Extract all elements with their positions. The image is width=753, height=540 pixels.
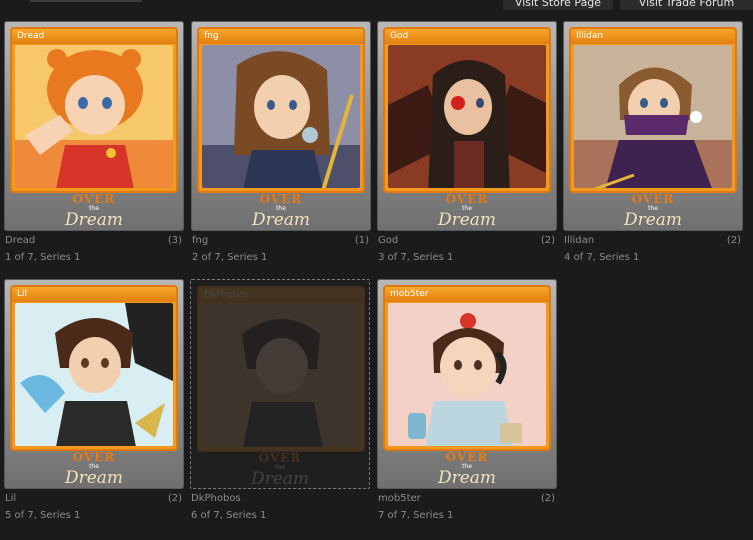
card-frame-placeholder[interactable]: DkPhobos OVER the Dream	[190, 279, 370, 489]
card-owned-count: (3)	[167, 235, 182, 246]
card-series: 7 of 7, Series 1	[378, 510, 454, 521]
over-the-dream-logo: OVER the Dream	[623, 192, 683, 230]
card-artwork-dread	[15, 45, 173, 188]
trading-card-fng[interactable]: fng OVER the Dream fng (1) 2 of 7, Serie…	[191, 21, 371, 267]
trading-card-dread[interactable]: Dread OVER the Dream Dread (3) 1 of 7, S…	[4, 21, 184, 267]
card-name: mob5ter	[378, 493, 421, 504]
card-artwork-mob5ter	[388, 303, 546, 446]
card-series: 3 of 7, Series 1	[378, 252, 454, 263]
top-left-button-edge[interactable]	[30, 0, 142, 2]
card-art-border: fng	[197, 27, 365, 193]
card-artwork-dkphobos	[202, 304, 360, 447]
card-series: 5 of 7, Series 1	[5, 510, 81, 521]
over-the-dream-logo: OVER the Dream	[250, 451, 310, 489]
card-name-label: DkPhobos	[199, 288, 363, 303]
card-frame[interactable]: fng OVER the Dream	[191, 21, 371, 231]
over-the-dream-logo: OVER the Dream	[437, 192, 497, 230]
trading-card-mob5ter[interactable]: mob5ter OVER the Dream mob5ter (2) 7 of …	[377, 279, 557, 525]
card-owned-count: (2)	[726, 235, 741, 246]
card-artwork-fng	[202, 45, 360, 188]
trading-card-god[interactable]: God OVER the Dream God (2) 3 of 7, Series …	[377, 21, 557, 267]
over-the-dream-logo: OVER the Dream	[437, 450, 497, 488]
card-series: 6 of 7, Series 1	[191, 510, 267, 521]
card-owned-count: (1)	[354, 235, 369, 246]
over-the-dream-logo: OVER the Dream	[64, 192, 124, 230]
card-art-border: Illidan	[569, 27, 737, 193]
card-artwork-lil	[15, 303, 173, 446]
trading-card-lil[interactable]: Lil OVER the Dream Lil (2) 5 of 7, Serie…	[4, 279, 184, 525]
card-name: DkPhobos	[191, 493, 241, 504]
card-series: 1 of 7, Series 1	[5, 252, 81, 263]
card-frame[interactable]: Illidan OVER the Dream	[563, 21, 743, 231]
card-series: 2 of 7, Series 1	[192, 252, 268, 263]
card-artwork-god	[388, 45, 546, 188]
card-owned-count: (2)	[540, 235, 555, 246]
card-owned-count: (2)	[167, 493, 182, 504]
card-frame[interactable]: mob5ter OVER the Dream	[377, 279, 557, 489]
over-the-dream-logo: OVER the Dream	[64, 450, 124, 488]
card-name-label: Dread	[12, 29, 176, 44]
card-name-label: fng	[199, 29, 363, 44]
card-owned-count: (2)	[540, 493, 555, 504]
card-name: Lil	[5, 493, 17, 504]
card-name-label: Illidan	[571, 29, 735, 44]
card-art-border: Lil	[10, 285, 178, 451]
card-name-label: Lil	[12, 287, 176, 302]
card-name-label: mob5ter	[385, 287, 549, 302]
card-name: God	[378, 235, 399, 246]
card-name: fng	[192, 235, 209, 246]
card-name: Dread	[5, 235, 36, 246]
card-frame[interactable]: Dread OVER the Dream	[4, 21, 184, 231]
top-bar: Visit Store Page Visit Trade Forum	[0, 0, 753, 12]
card-frame[interactable]: God OVER the Dream	[377, 21, 557, 231]
card-name-label: God	[385, 29, 549, 44]
trading-card-illidan[interactable]: Illidan OVER the Dream Illidan (2) 4 of …	[563, 21, 743, 267]
over-the-dream-logo: OVER the Dream	[251, 192, 311, 230]
card-frame[interactable]: Lil OVER the Dream	[4, 279, 184, 489]
card-art-border: Dread	[10, 27, 178, 193]
card-name: Illidan	[564, 235, 595, 246]
card-series: 4 of 7, Series 1	[564, 252, 640, 263]
visit-trade-forum-button[interactable]: Visit Trade Forum	[620, 0, 753, 10]
card-art-border: mob5ter	[383, 285, 551, 451]
card-art-border: God	[383, 27, 551, 193]
card-art-border: DkPhobos	[197, 286, 365, 452]
visit-store-page-button[interactable]: Visit Store Page	[503, 0, 613, 10]
card-artwork-illidan	[574, 45, 732, 188]
trading-card-dkphobos[interactable]: DkPhobos OVER the Dream DkPhobos 6 of 7, S…	[190, 279, 370, 525]
